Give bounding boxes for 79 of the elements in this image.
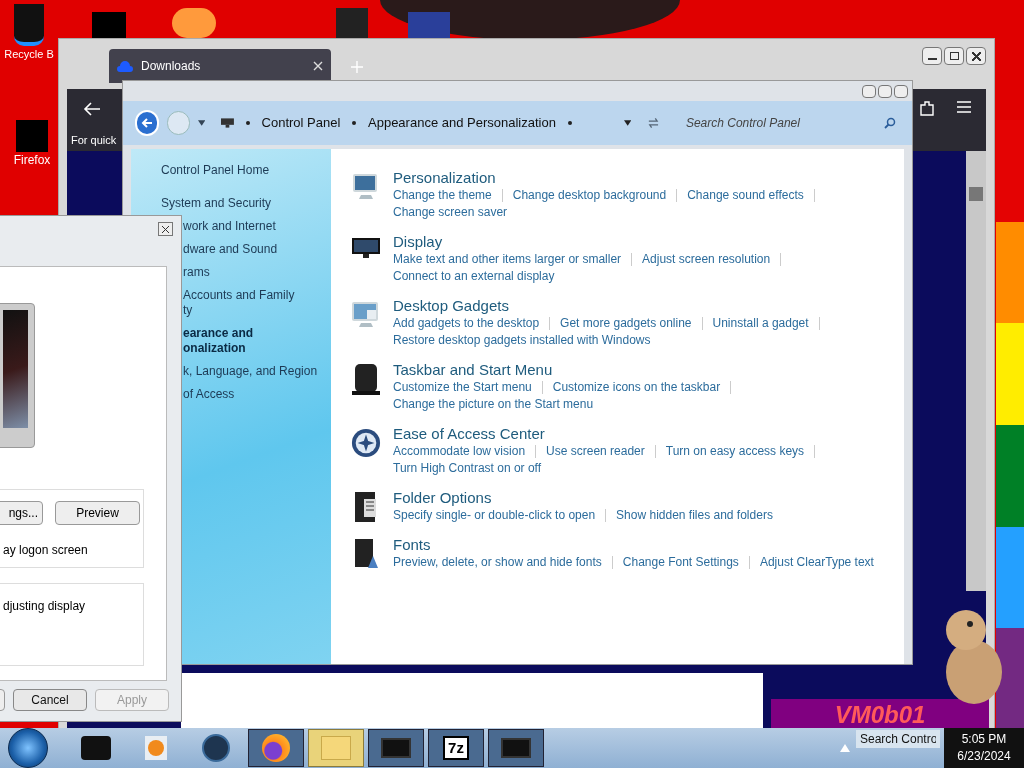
breadcrumb-item[interactable]: Control Panel <box>261 113 341 133</box>
fonts-icon <box>352 538 380 570</box>
minimize-icon[interactable] <box>922 47 942 65</box>
task-link[interactable]: Change Font Settings <box>622 554 739 571</box>
desktop-icon-label[interactable]: Firefox <box>13 152 51 168</box>
media-player-icon[interactable] <box>145 736 167 760</box>
trash-bin-icon[interactable] <box>14 4 44 46</box>
task-link[interactable]: Adjust screen resolution <box>642 251 771 268</box>
sidebar-link[interactable]: System and Security <box>131 196 331 211</box>
close-icon[interactable] <box>966 47 986 65</box>
task-link[interactable]: Change the picture on the Start menu <box>393 396 594 413</box>
option-label: ay logon screen <box>3 542 88 559</box>
task-link[interactable]: Make text and other items larger or smaller <box>393 251 622 268</box>
task-link[interactable]: Adjust ClearType text <box>759 554 874 571</box>
task-link[interactable]: Change the theme <box>393 187 492 204</box>
taskbar-icon <box>351 363 381 397</box>
close-button[interactable] <box>158 222 173 236</box>
ease-of-access-icon <box>351 427 381 459</box>
start-button[interactable] <box>8 728 48 768</box>
tab-title: Downloads <box>141 58 202 75</box>
task-link[interactable]: Get more gadgets online <box>560 315 692 332</box>
dialog-button[interactable]: Cancel <box>13 689 87 711</box>
task-link[interactable]: Change desktop background <box>512 187 667 204</box>
menu-icon[interactable] <box>957 101 971 113</box>
clock[interactable]: 5:05 PM 6/23/2024 <box>944 728 1024 768</box>
page-hint: For quick <box>71 133 117 147</box>
taskbar-button[interactable] <box>248 729 304 767</box>
monitor-icon <box>351 235 381 261</box>
category-title[interactable]: Fonts <box>393 536 874 554</box>
puzzle-icon[interactable] <box>919 99 935 117</box>
task-link[interactable]: Connect to an external display <box>393 268 555 285</box>
category-title[interactable]: Ease of Access Center <box>393 425 826 443</box>
search-icon <box>884 117 897 129</box>
maximize-icon[interactable] <box>944 47 964 65</box>
breadcrumb-item[interactable]: Appearance and Personalization <box>368 113 556 133</box>
task-link[interactable]: Restore desktop gadgets installed with Windows <box>393 332 651 349</box>
task-link[interactable]: Show hidden files and folders <box>616 507 773 524</box>
task-link[interactable]: Change screen saver <box>393 204 508 221</box>
preview-button[interactable]: Preview <box>55 501 140 525</box>
task-link[interactable]: Preview, delete, or show and hide fonts <box>393 554 602 571</box>
task-link[interactable]: Customize icons on the taskbar <box>552 379 721 396</box>
close-icon <box>161 224 170 234</box>
banner-logo-text: VM0b01 <box>834 701 926 729</box>
task-link[interactable]: Customize the Start menu <box>393 379 532 396</box>
browser-tab[interactable]: Downloads <box>109 49 331 83</box>
task-link[interactable]: Specify single- or double-click to open <box>393 507 596 524</box>
category-title[interactable]: Personalization <box>393 169 825 187</box>
7zip-icon[interactable]: 7z <box>443 736 469 760</box>
task-link[interactable]: Use screen reader <box>546 443 645 460</box>
task-link[interactable]: Add gadgets to the desktop <box>393 315 540 332</box>
desktop-icon-label[interactable]: Recycle B <box>4 46 54 62</box>
back-button[interactable] <box>135 110 160 136</box>
search-field[interactable]: Search Contro <box>856 730 940 748</box>
caret-icon[interactable] <box>623 120 631 126</box>
taskbar-button[interactable]: 7z <box>428 729 484 767</box>
desktop-icon[interactable] <box>172 8 216 38</box>
caret-icon[interactable] <box>197 120 205 126</box>
task-link[interactable]: Uninstall a gadget <box>712 315 809 332</box>
category-title[interactable]: Desktop Gadgets <box>393 297 830 315</box>
task-link[interactable]: Accommodate low vision <box>393 443 526 460</box>
power-text: djusting display <box>3 598 86 615</box>
sidebar-link[interactable]: Control Panel Home <box>131 163 331 178</box>
cloud-icon <box>117 59 133 73</box>
category-title[interactable]: Display <box>393 233 792 251</box>
scrollbar[interactable] <box>966 151 986 591</box>
task-link[interactable]: Change sound effects <box>687 187 804 204</box>
back-arrow-icon[interactable] <box>83 101 101 117</box>
up-arrow-icon[interactable] <box>840 744 850 752</box>
back-arrow-icon <box>141 118 154 128</box>
refresh-icon[interactable] <box>647 117 660 129</box>
globe-icon[interactable] <box>202 734 230 762</box>
task-link[interactable]: Turn High Contrast on or off <box>393 460 542 477</box>
category-title[interactable]: Taskbar and Start Menu <box>393 361 742 379</box>
task-link[interactable]: Turn on easy access keys <box>665 443 805 460</box>
monitor-icon <box>351 299 381 329</box>
category-title[interactable]: Folder Options <box>393 489 773 507</box>
settings-button[interactable]: ngs... <box>0 501 43 525</box>
monitor-icon <box>220 118 234 128</box>
search-field[interactable]: Search Control Panel <box>685 114 885 132</box>
